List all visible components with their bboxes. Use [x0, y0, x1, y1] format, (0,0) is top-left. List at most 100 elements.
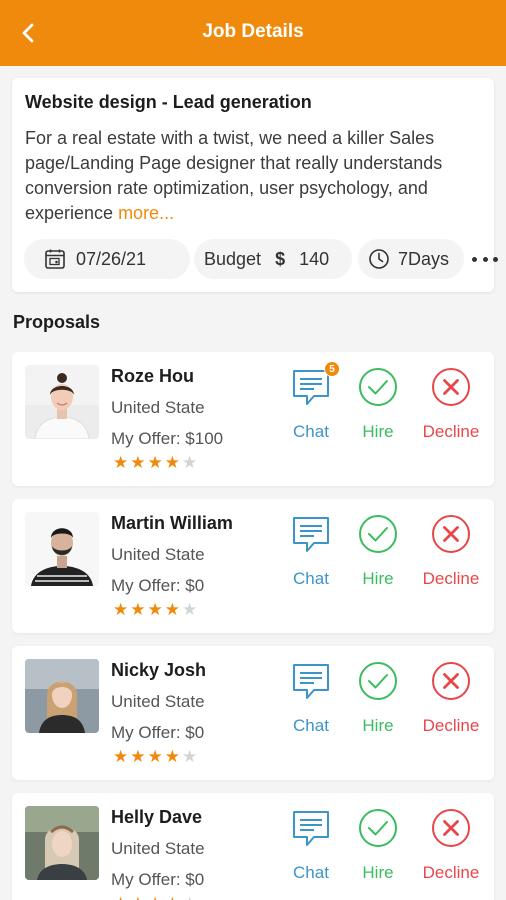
freelancer-name[interactable]: Helly Dave: [111, 807, 202, 828]
star-icon: ★: [130, 747, 146, 766]
check-circle-icon: [359, 515, 397, 553]
freelancer-location: United State: [111, 398, 205, 417]
star-empty-icon: ★: [182, 747, 198, 766]
decline-button[interactable]: Decline: [414, 807, 488, 887]
more-options-icon[interactable]: [472, 252, 498, 266]
avatar: [25, 365, 99, 439]
chat-button[interactable]: Chat: [274, 513, 348, 593]
star-icon: ★: [113, 747, 129, 766]
hire-button[interactable]: Hire: [341, 660, 415, 740]
proposal-card: Roze Hou United State My Offer: $100 ★ ★…: [12, 352, 494, 486]
decline-label: Decline: [422, 716, 480, 735]
rating-stars: ★ ★ ★ ★ ★: [113, 453, 197, 473]
star-icon: ★: [113, 894, 128, 900]
x-circle-icon: [432, 809, 470, 847]
star-empty-icon: ★: [182, 600, 198, 619]
clock-icon: [369, 249, 389, 269]
check-circle-icon: [359, 809, 397, 847]
chat-icon: [293, 664, 329, 699]
proposal-card: Martin William United State My Offer: $0…: [12, 499, 494, 633]
check-circle-icon: [359, 368, 397, 406]
rating-stars: ★ ★ ★ ★ ★: [113, 894, 197, 900]
budget-pill: Budget $ 140: [194, 239, 352, 279]
star-icon: ★: [164, 747, 180, 766]
job-description: For a real estate with a twist, we need …: [25, 126, 485, 226]
star-icon: ★: [113, 453, 129, 472]
job-card: Website design - Lead generation For a r…: [12, 78, 498, 292]
app-bar: Job Details: [0, 0, 506, 66]
decline-label: Decline: [422, 863, 480, 882]
proposals-heading: Proposals: [13, 312, 101, 332]
chat-icon: [293, 517, 329, 552]
job-duration: 7Days: [398, 248, 450, 269]
job-date: 07/26/21: [76, 248, 147, 269]
job-meta-row: 07/26/21 Budget $ 140 7Days: [24, 239, 498, 279]
star-icon: ★: [130, 453, 146, 472]
star-icon: ★: [148, 894, 163, 900]
x-circle-icon: [432, 662, 470, 700]
chat-icon: [293, 811, 329, 846]
job-description-text: For a real estate with a twist, we need …: [25, 128, 443, 223]
x-circle-icon: [432, 368, 470, 406]
star-icon: ★: [164, 600, 180, 619]
star-icon: ★: [130, 894, 145, 900]
more-link[interactable]: more...: [118, 203, 174, 223]
proposal-card: Helly Dave United State My Offer: $0 ★ ★…: [12, 793, 494, 900]
freelancer-location: United State: [111, 692, 205, 711]
hire-button[interactable]: Hire: [341, 513, 415, 593]
avatar: [25, 512, 99, 586]
offer-amount: My Offer: $0: [111, 576, 205, 595]
freelancer-location: United State: [111, 839, 205, 858]
avatar: [25, 659, 99, 733]
unread-badge: 5: [324, 361, 340, 377]
chat-button[interactable]: Chat: [274, 366, 348, 446]
chat-button[interactable]: Chat: [274, 660, 348, 740]
hire-label: Hire: [362, 422, 394, 441]
star-icon: ★: [147, 453, 163, 472]
chat-label: Chat: [293, 569, 329, 588]
star-empty-icon: ★: [182, 894, 197, 900]
currency-symbol: $: [275, 248, 286, 269]
star-empty-icon: ★: [182, 453, 198, 472]
offer-amount: My Offer: $0: [111, 870, 205, 889]
duration-pill: 7Days: [358, 239, 464, 279]
freelancer-name[interactable]: Roze Hou: [111, 366, 194, 387]
decline-button[interactable]: Decline: [414, 366, 488, 446]
rating-stars: ★ ★ ★ ★ ★: [113, 600, 197, 620]
star-icon: ★: [165, 894, 180, 900]
budget-amount: 140: [299, 248, 330, 269]
chat-button[interactable]: Chat: [274, 807, 348, 887]
check-circle-icon: [359, 662, 397, 700]
calendar-icon: [45, 249, 65, 269]
chat-label: Chat: [293, 863, 329, 882]
budget-label: Budget: [204, 248, 262, 269]
decline-label: Decline: [422, 569, 480, 588]
freelancer-name[interactable]: Nicky Josh: [111, 660, 206, 681]
proposal-card: Nicky Josh United State My Offer: $0 ★ ★…: [12, 646, 494, 780]
hire-button[interactable]: Hire: [341, 366, 415, 446]
hire-label: Hire: [362, 569, 394, 588]
avatar: [25, 806, 99, 880]
star-icon: ★: [147, 600, 163, 619]
hire-button[interactable]: Hire: [341, 807, 415, 887]
chat-label: Chat: [293, 716, 329, 735]
freelancer-name[interactable]: Martin William: [111, 513, 233, 534]
decline-button[interactable]: Decline: [414, 513, 488, 593]
rating-stars: ★ ★ ★ ★ ★: [113, 747, 197, 767]
star-icon: ★: [147, 747, 163, 766]
date-pill: 07/26/21: [24, 239, 190, 279]
decline-button[interactable]: Decline: [414, 660, 488, 740]
job-title: Website design - Lead generation: [25, 92, 312, 112]
star-icon: ★: [113, 600, 129, 619]
star-icon: ★: [164, 453, 180, 472]
star-icon: ★: [130, 600, 146, 619]
decline-label: Decline: [422, 422, 480, 441]
hire-label: Hire: [362, 716, 394, 735]
freelancer-location: United State: [111, 545, 205, 564]
chat-label: Chat: [293, 422, 329, 441]
hire-label: Hire: [362, 863, 394, 882]
page-title: Job Details: [202, 21, 304, 42]
offer-amount: My Offer: $100: [111, 429, 224, 448]
offer-amount: My Offer: $0: [111, 723, 205, 742]
x-circle-icon: [432, 515, 470, 553]
